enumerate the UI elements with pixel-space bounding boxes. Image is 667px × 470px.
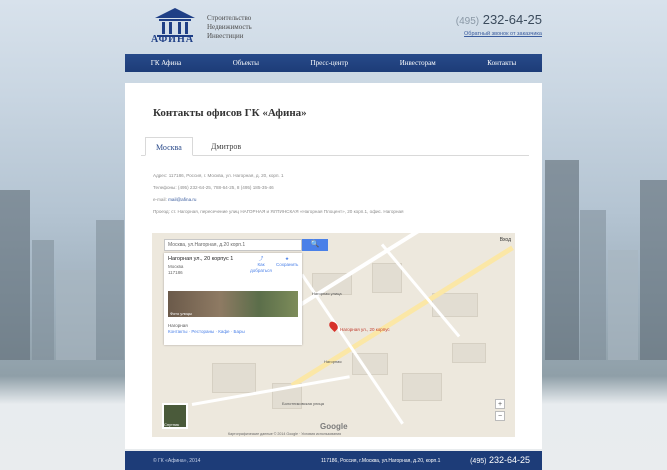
map-search-button[interactable]: 🔍 (302, 239, 328, 251)
map-street-label: Болотниковская улица (282, 401, 324, 406)
nav-item-contacts[interactable]: Контакты (487, 59, 516, 67)
info-email: e-mail: mail@afina.ru (153, 197, 197, 202)
map-search-input[interactable]: Москва, ул.Нагорная, д.20 корп.1 (164, 239, 302, 251)
footer-copyright: © ГК «Афина», 2014 (153, 458, 201, 464)
tab-dmitrov[interactable]: Дмитров (201, 137, 251, 156)
site-footer: © ГК «Афина», 2014 117186, Россия, г.Мос… (125, 451, 542, 470)
place-subtitle: Москва 117186 (168, 264, 184, 275)
map-street-label: Нагорная (324, 359, 342, 364)
info-directions: Проезд: ст. Нагорная, пересечение улиц Н… (153, 209, 404, 214)
photo-label: Фото улицы (170, 311, 192, 316)
tab-moscow[interactable]: Москва (145, 137, 193, 156)
footer-address: 117186, Россия, г.Москва, ул.Нагорная, д… (321, 458, 441, 464)
save-place-button[interactable]: ★ Сохранить (276, 256, 298, 268)
place-card: Нагорная ул., 20 корпус 1 Москва 117186 … (164, 253, 302, 345)
map-attribution: Картографические данные © 2014 Google · … (228, 432, 342, 436)
route-button[interactable]: ⤴ Как добраться (250, 256, 272, 274)
content-panel: Контакты офисов ГК «Афина» Москва Дмитро… (125, 83, 542, 449)
nav-item-company[interactable]: ГК Афина (151, 59, 181, 67)
callback-link[interactable]: Обратный звонок от заказчика (464, 31, 542, 37)
site-header: АФИНА Строительство Недвижимость Инвести… (125, 0, 542, 54)
google-logo: Google (320, 422, 348, 431)
footer-phone: (495) 232-64-25 (470, 455, 530, 465)
brand-name: АФИНА (151, 34, 194, 45)
map-signin[interactable]: Вход (500, 237, 511, 243)
info-address: Адрес: 117186, Россия, г. Москва, ул. На… (153, 173, 284, 178)
page-title: Контакты офисов ГК «Афина» (153, 107, 307, 119)
email-link[interactable]: mail@afina.ru (168, 197, 196, 202)
nav-item-investors[interactable]: Инвесторам (400, 59, 436, 67)
main-nav: ГК Афина Объекты Пресс-центр Инвесторам … (125, 54, 542, 72)
place-title: Нагорная ул., 20 корпус 1 (168, 256, 234, 262)
nav-item-press[interactable]: Пресс-центр (311, 59, 349, 67)
satellite-label: Спутник (164, 422, 180, 427)
place-categories[interactable]: Контакты · Рестораны · Кафе · Бары (168, 329, 245, 335)
place-footer: Нагорная Контакты · Рестораны · Кафе · Б… (168, 323, 245, 335)
header-phone: (495) 232-64-25 (455, 12, 542, 27)
google-map[interactable]: Москва, ул.Нагорная, д.20 корп.1 🔍 Нагор… (152, 233, 515, 437)
map-street-label: Нагорная улица (312, 291, 342, 296)
brand-tagline: Строительство Недвижимость Инвестиции (207, 14, 252, 40)
city-tabs: Москва Дмитров (141, 137, 529, 156)
nav-item-objects[interactable]: Объекты (233, 59, 259, 67)
zoom-in-button[interactable]: + (495, 399, 505, 409)
info-phones: Телефоны: (495) 232-64-25, 788-64-25, 8 … (153, 185, 274, 190)
zoom-out-button[interactable]: − (495, 411, 505, 421)
pin-label: Нагорная ул., 20 корпус (340, 327, 390, 332)
